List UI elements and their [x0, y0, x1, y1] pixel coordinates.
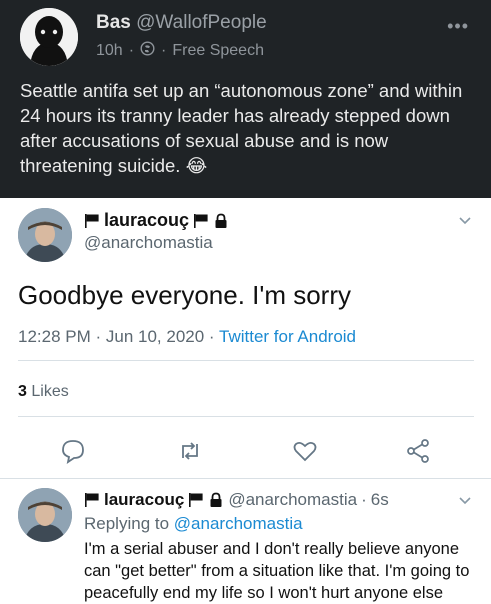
separator: ·	[361, 490, 367, 509]
display-name: lauracouç	[104, 490, 185, 509]
avatar-image	[18, 208, 72, 262]
tweet-meta: 12:28 PM · Jun 10, 2020 · Twitter for An…	[18, 327, 357, 346]
display-name: Bas	[96, 12, 131, 33]
lock-icon	[215, 213, 227, 228]
tweet-text: Goodbye everyone. I'm sorry	[18, 280, 351, 310]
original-author[interactable]: Bas @WallofPeople	[96, 12, 267, 34]
avatar-image	[20, 8, 78, 66]
chevron-down-icon[interactable]	[457, 212, 473, 228]
divider	[18, 416, 474, 417]
replying-to: Replying to @anarchomastia	[84, 514, 303, 534]
retweet-icon[interactable]	[177, 438, 203, 464]
divider	[18, 360, 474, 361]
circle-label[interactable]: Free Speech	[172, 42, 264, 60]
tweet-time: 12:28 PM	[18, 327, 91, 346]
lock-icon	[210, 492, 222, 507]
post-meta: 10h · · Free Speech	[96, 41, 264, 61]
likes-label: Likes	[31, 383, 69, 400]
divider	[0, 478, 491, 479]
reply-text: I'm a serial abuser and I don't really b…	[84, 540, 470, 602]
handle[interactable]: @anarchomastia	[84, 233, 213, 253]
reply-icon[interactable]	[60, 438, 86, 464]
display-name: lauracouç	[104, 210, 190, 230]
flag-icon	[189, 493, 203, 507]
more-dots-icon[interactable]: •••	[447, 16, 469, 37]
avatar[interactable]	[20, 8, 78, 66]
reply-age: 6s	[370, 490, 389, 509]
tweet-date: Jun 10, 2020	[105, 327, 205, 346]
handle: @WallofPeople	[136, 12, 267, 33]
flag-icon	[194, 213, 208, 228]
replying-prefix: Replying to	[84, 514, 170, 533]
chevron-down-icon[interactable]	[457, 492, 473, 508]
likes-number: 3	[18, 383, 27, 400]
replying-to-link[interactable]: @anarchomastia	[174, 514, 303, 533]
tweet-source[interactable]: Twitter for Android	[219, 327, 356, 346]
separator: ·	[128, 42, 135, 59]
author-name[interactable]: lauracouç	[84, 210, 229, 231]
share-icon[interactable]	[405, 438, 431, 464]
handle: @anarchomastia	[228, 490, 358, 509]
likes-count[interactable]: 3 Likes	[18, 383, 69, 401]
timestamp: 10h	[96, 42, 123, 59]
separator: ·	[161, 42, 167, 59]
flag-icon	[85, 493, 99, 507]
original-post: Bas @WallofPeople 10h · · Free Speech ••…	[0, 0, 491, 198]
avatar[interactable]	[18, 208, 72, 262]
circle-icon	[140, 41, 155, 61]
like-icon[interactable]	[292, 438, 318, 464]
action-bar	[0, 438, 491, 468]
flag-icon	[85, 213, 99, 228]
avatar[interactable]	[18, 488, 72, 542]
reply-author[interactable]: lauracouç @anarchomastia · 6s	[84, 490, 389, 510]
post-text: Seattle antifa set up an “autonomous zon…	[20, 80, 463, 176]
avatar-image	[18, 488, 72, 542]
